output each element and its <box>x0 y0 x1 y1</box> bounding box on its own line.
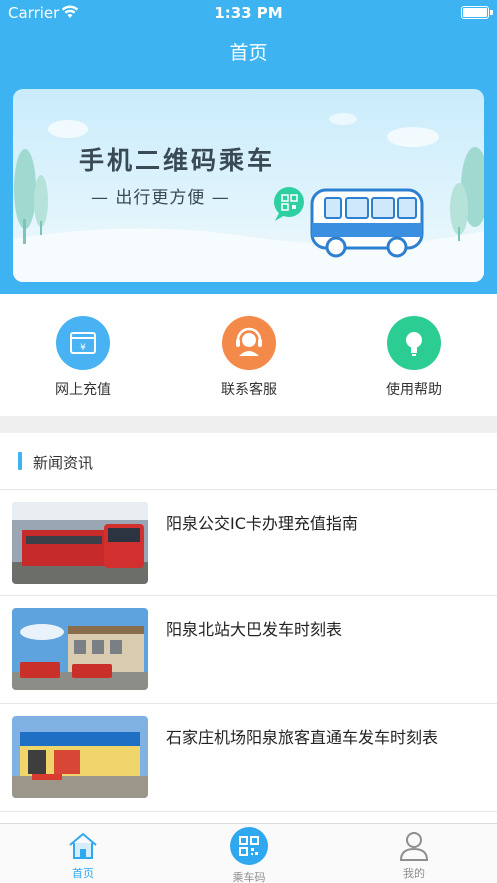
battery-icon <box>461 6 493 19</box>
tab-profile[interactable]: 我的 <box>369 830 459 881</box>
svg-text:¥: ¥ <box>80 343 86 353</box>
news-thumbnail <box>12 716 148 798</box>
clock: 1:33 PM <box>214 4 283 22</box>
promo-banner[interactable]: 手机二维码乘车 — 出行更方便 — <box>13 89 484 282</box>
recharge-shortcut[interactable]: ¥ 网上充值 <box>23 316 143 399</box>
news-section: 新闻资讯 阳泉公交IC卡办理充值指南 阳泉北站大巴发车时刻表 石家庄机场阳泉旅客… <box>0 433 497 825</box>
headset-icon <box>222 316 276 370</box>
news-thumbnail <box>12 502 148 584</box>
home-icon <box>69 832 97 859</box>
news-header: 新闻资讯 <box>0 433 497 489</box>
news-thumbnail <box>12 608 148 690</box>
shortcut-label: 联系客服 <box>221 382 277 398</box>
tab-bar: 首页 乘车码 我的 <box>0 823 497 883</box>
news-item[interactable]: 阳泉北站大巴发车时刻表 <box>0 595 497 703</box>
tab-label: 乘车码 <box>232 871 266 883</box>
news-item[interactable]: 石家庄机场阳泉旅客直通车发车时刻表 <box>0 703 497 811</box>
banner-illustration <box>13 113 484 282</box>
shortcut-row: ¥ 网上充值 联系客服 使用帮助 <box>0 294 497 416</box>
section-accent-bar <box>18 452 22 470</box>
customer-service-shortcut[interactable]: 联系客服 <box>189 316 309 399</box>
wallet-icon: ¥ <box>56 316 110 370</box>
banner-title: 手机二维码乘车 <box>79 146 276 175</box>
tab-home[interactable]: 首页 <box>38 830 128 881</box>
shortcut-label: 网上充值 <box>55 382 111 398</box>
help-shortcut[interactable]: 使用帮助 <box>354 316 474 399</box>
page-title: 首页 <box>229 42 268 64</box>
news-title: 阳泉公交IC卡办理充值指南 <box>166 514 358 533</box>
news-heading: 新闻资讯 <box>33 454 94 472</box>
news-title: 阳泉北站大巴发车时刻表 <box>166 620 343 639</box>
news-item[interactable]: 阳泉公交IC卡办理充值指南 <box>0 489 497 597</box>
tab-label: 首页 <box>72 867 94 880</box>
news-title: 石家庄机场阳泉旅客直通车发车时刻表 <box>166 728 439 747</box>
tab-ride-code[interactable]: 乘车码 <box>204 827 294 883</box>
header: Carrier 1:33 PM 首页 手机二维码乘车 — 出行更方便 — <box>0 0 497 294</box>
qr-code-icon <box>230 827 268 865</box>
bulb-icon <box>387 316 441 370</box>
status-bar: Carrier 1:33 PM <box>0 0 497 26</box>
tab-label: 我的 <box>403 867 425 880</box>
profile-icon <box>399 832 429 861</box>
banner-subtitle: — 出行更方便 — <box>91 188 230 208</box>
shortcut-label: 使用帮助 <box>386 382 442 398</box>
